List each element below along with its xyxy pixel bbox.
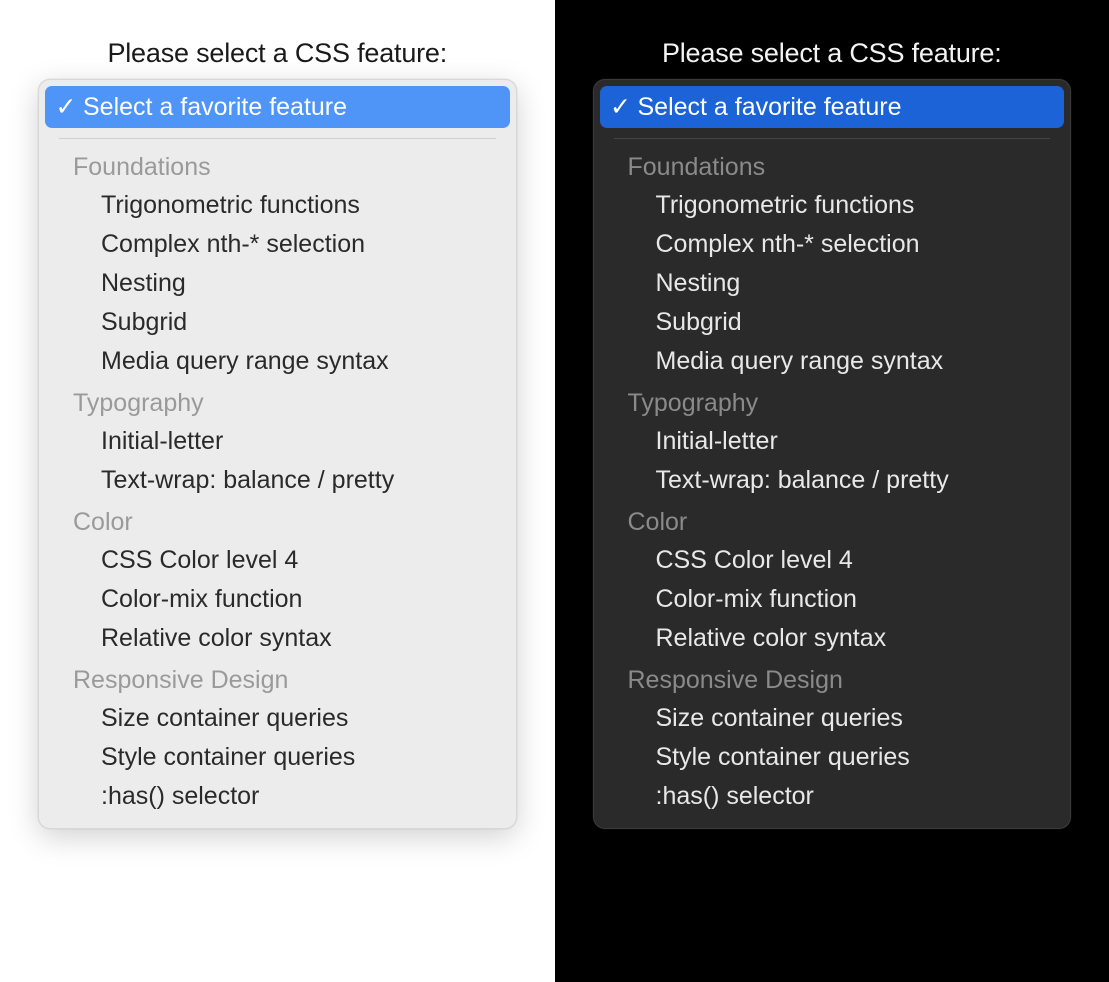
option-item[interactable]: Initial-letter bbox=[45, 422, 510, 461]
option-item[interactable]: Media query range syntax bbox=[600, 342, 1065, 381]
option-item[interactable]: Initial-letter bbox=[600, 422, 1065, 461]
divider bbox=[59, 138, 496, 139]
selected-option[interactable]: ✓ Select a favorite feature bbox=[45, 86, 510, 128]
option-item[interactable]: Size container queries bbox=[45, 699, 510, 738]
prompt-label: Please select a CSS feature: bbox=[107, 38, 447, 69]
option-item[interactable]: Relative color syntax bbox=[45, 619, 510, 658]
prompt-label: Please select a CSS feature: bbox=[662, 38, 1002, 69]
option-item[interactable]: CSS Color level 4 bbox=[600, 541, 1065, 580]
checkmark-icon: ✓ bbox=[610, 92, 632, 122]
checkmark-icon: ✓ bbox=[55, 92, 77, 122]
option-item[interactable]: Trigonometric functions bbox=[600, 186, 1065, 225]
option-item[interactable]: Subgrid bbox=[45, 303, 510, 342]
group-header: Foundations bbox=[45, 145, 510, 186]
option-groups: FoundationsTrigonometric functionsComple… bbox=[45, 145, 510, 822]
option-item[interactable]: Nesting bbox=[45, 264, 510, 303]
option-groups: FoundationsTrigonometric functionsComple… bbox=[600, 145, 1065, 822]
selected-option-label: Select a favorite feature bbox=[638, 93, 902, 122]
option-item[interactable]: Media query range syntax bbox=[45, 342, 510, 381]
option-item[interactable]: CSS Color level 4 bbox=[45, 541, 510, 580]
group-header: Color bbox=[45, 500, 510, 541]
option-item[interactable]: Color-mix function bbox=[45, 580, 510, 619]
divider bbox=[614, 138, 1051, 139]
option-item[interactable]: Style container queries bbox=[45, 738, 510, 777]
option-item[interactable]: Subgrid bbox=[600, 303, 1065, 342]
option-item[interactable]: Text-wrap: balance / pretty bbox=[45, 461, 510, 500]
group-header: Responsive Design bbox=[45, 658, 510, 699]
option-item[interactable]: Nesting bbox=[600, 264, 1065, 303]
option-item[interactable]: :has() selector bbox=[45, 777, 510, 816]
option-item[interactable]: Trigonometric functions bbox=[45, 186, 510, 225]
selected-option[interactable]: ✓ Select a favorite feature bbox=[600, 86, 1065, 128]
selected-option-label: Select a favorite feature bbox=[83, 93, 347, 122]
group-header: Typography bbox=[45, 381, 510, 422]
option-item[interactable]: Color-mix function bbox=[600, 580, 1065, 619]
option-item[interactable]: Style container queries bbox=[600, 738, 1065, 777]
option-item[interactable]: Relative color syntax bbox=[600, 619, 1065, 658]
option-item[interactable]: Size container queries bbox=[600, 699, 1065, 738]
option-item[interactable]: Complex nth-* selection bbox=[45, 225, 510, 264]
option-item[interactable]: Text-wrap: balance / pretty bbox=[600, 461, 1065, 500]
dropdown-popup-dark[interactable]: ✓ Select a favorite feature FoundationsT… bbox=[593, 79, 1072, 829]
option-item[interactable]: Complex nth-* selection bbox=[600, 225, 1065, 264]
group-header: Color bbox=[600, 500, 1065, 541]
dark-mode-pane: Please select a CSS feature: ✓ Select a … bbox=[555, 0, 1109, 982]
dropdown-popup-light[interactable]: ✓ Select a favorite feature FoundationsT… bbox=[38, 79, 517, 829]
group-header: Foundations bbox=[600, 145, 1065, 186]
group-header: Typography bbox=[600, 381, 1065, 422]
option-item[interactable]: :has() selector bbox=[600, 777, 1065, 816]
light-mode-pane: Please select a CSS feature: ✓ Select a … bbox=[0, 0, 555, 982]
group-header: Responsive Design bbox=[600, 658, 1065, 699]
